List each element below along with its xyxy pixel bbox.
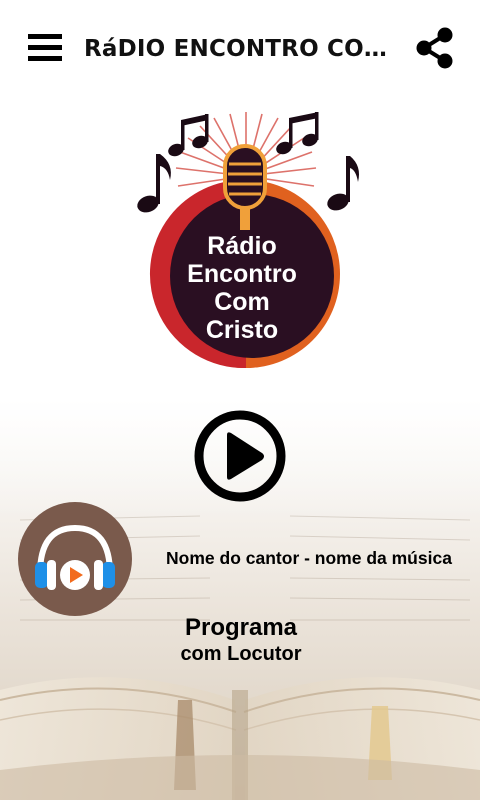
station-logo: Rádio Encontro Com Cristo [137, 112, 359, 369]
program-name: Programa [184, 614, 298, 641]
logo-text-line1: Rádio [207, 232, 276, 260]
app-title: RáDIO ENCONTRO COM CRISTO [84, 36, 402, 62]
app-bar: RáDIO ENCONTRO COM CRISTO [0, 0, 480, 98]
logo-text-line3: Com [214, 288, 270, 316]
hamburger-menu-icon [28, 34, 62, 39]
share-icon [416, 27, 453, 69]
logo-text-line2: Encontro [187, 260, 297, 288]
logo-text-line4: Cristo [206, 316, 278, 344]
hamburger-menu-icon-bar [28, 45, 62, 50]
menu-button[interactable] [28, 30, 64, 66]
play-button[interactable] [192, 408, 288, 504]
program-host: com Locutor [180, 643, 302, 665]
headphones-icon [18, 502, 132, 616]
hamburger-menu-icon-bar [28, 56, 62, 61]
radio-app-screen: RáDIO ENCONTRO COM CRISTO [0, 0, 480, 800]
share-button[interactable] [414, 26, 456, 70]
track-info-text: Nome do cantor - nome da música [166, 548, 452, 568]
program-info: Programa com Locutor [0, 614, 480, 666]
play-circle-icon [194, 410, 286, 502]
